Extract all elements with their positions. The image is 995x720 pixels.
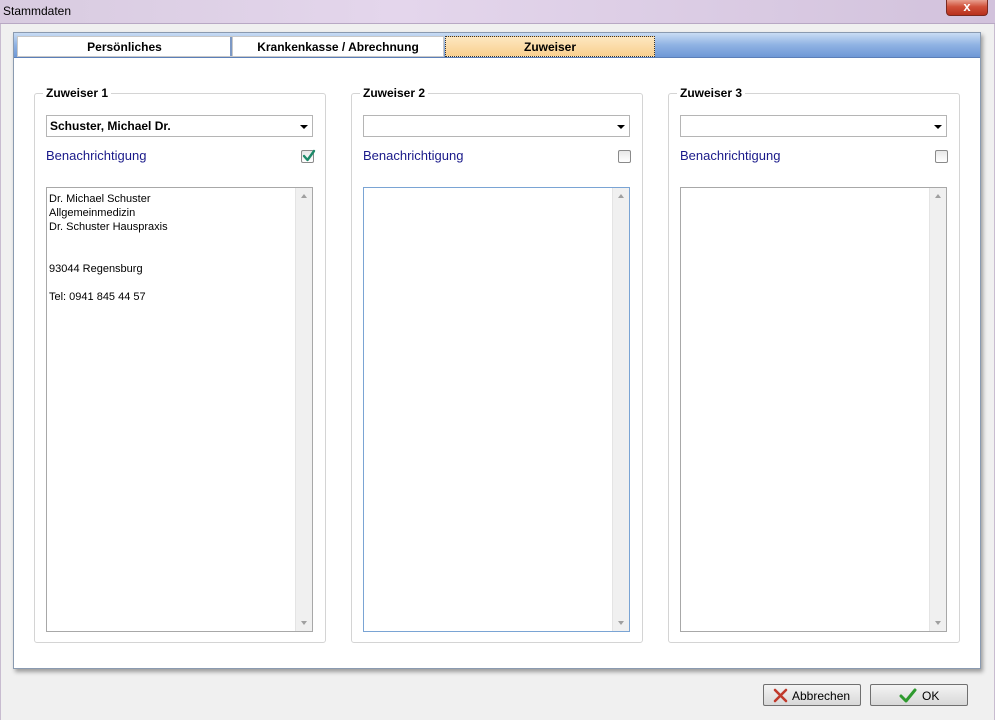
chevron-down-icon[interactable] xyxy=(934,125,942,129)
referrer-select-1[interactable]: Schuster, Michael Dr. xyxy=(46,115,313,137)
scroll-up-icon[interactable] xyxy=(618,194,624,198)
referrer-select-3[interactable] xyxy=(680,115,947,137)
referrer-address-memo-3[interactable] xyxy=(680,187,947,632)
referrer-select-value: Schuster, Michael Dr. xyxy=(50,119,171,133)
checkmark-icon xyxy=(899,688,917,703)
chevron-down-icon[interactable] xyxy=(617,125,625,129)
notification-checkbox-2[interactable] xyxy=(618,150,631,163)
cancel-button-label: Abbrechen xyxy=(792,689,851,703)
chevron-down-icon[interactable] xyxy=(300,125,308,129)
window-title: Stammdaten xyxy=(3,4,72,18)
referrer-group-title: Zuweiser 2 xyxy=(360,86,429,100)
cancel-button[interactable]: Abbrechen xyxy=(763,684,861,706)
memo-scrollbar[interactable] xyxy=(295,188,312,631)
referrer-address-memo-2[interactable] xyxy=(363,187,630,632)
tab-panel: Persönliches Krankenkasse / Abrechnung Z… xyxy=(13,32,981,669)
memo-scrollbar[interactable] xyxy=(929,188,946,631)
referrer-group-1: Zuweiser 1 Schuster, Michael Dr. Benachr… xyxy=(34,86,326,643)
window-close-button[interactable]: x xyxy=(946,0,988,16)
notification-label: Benachrichtigung xyxy=(46,148,147,163)
scroll-down-icon[interactable] xyxy=(618,621,624,625)
tab-persoenliches[interactable]: Persönliches xyxy=(17,36,232,57)
ok-button-label: OK xyxy=(922,689,940,703)
tab-zuweiser[interactable]: Zuweiser xyxy=(445,36,655,57)
scroll-down-icon[interactable] xyxy=(935,621,941,625)
referrer-group-title: Zuweiser 3 xyxy=(677,86,746,100)
referrer-address-memo-1[interactable]: Dr. Michael Schuster Allgemeinmedizin Dr… xyxy=(46,187,313,632)
tab-krankenkasse-abrechnung[interactable]: Krankenkasse / Abrechnung xyxy=(232,36,444,57)
cross-icon xyxy=(773,688,788,703)
checkmark-icon xyxy=(302,149,316,162)
referrer-group-title: Zuweiser 1 xyxy=(43,86,112,100)
tab-bar: Persönliches Krankenkasse / Abrechnung Z… xyxy=(14,33,980,58)
ok-button[interactable]: OK xyxy=(870,684,968,706)
referrer-select-2[interactable] xyxy=(363,115,630,137)
close-icon: x xyxy=(963,0,971,14)
referrer-group-3: Zuweiser 3 Benachrichtigung xyxy=(668,86,960,643)
referrer-group-2: Zuweiser 2 Benachrichtigung xyxy=(351,86,643,643)
notification-label: Benachrichtigung xyxy=(680,148,781,163)
memo-scrollbar[interactable] xyxy=(612,188,629,631)
window-titlebar: Stammdaten x xyxy=(0,0,995,24)
scroll-up-icon[interactable] xyxy=(301,194,307,198)
scroll-down-icon[interactable] xyxy=(301,621,307,625)
referrer-address-text: Dr. Michael Schuster Allgemeinmedizin Dr… xyxy=(49,193,168,303)
notification-label: Benachrichtigung xyxy=(363,148,464,163)
notification-checkbox-3[interactable] xyxy=(935,150,948,163)
notification-checkbox-1[interactable] xyxy=(301,149,316,163)
scroll-up-icon[interactable] xyxy=(935,194,941,198)
